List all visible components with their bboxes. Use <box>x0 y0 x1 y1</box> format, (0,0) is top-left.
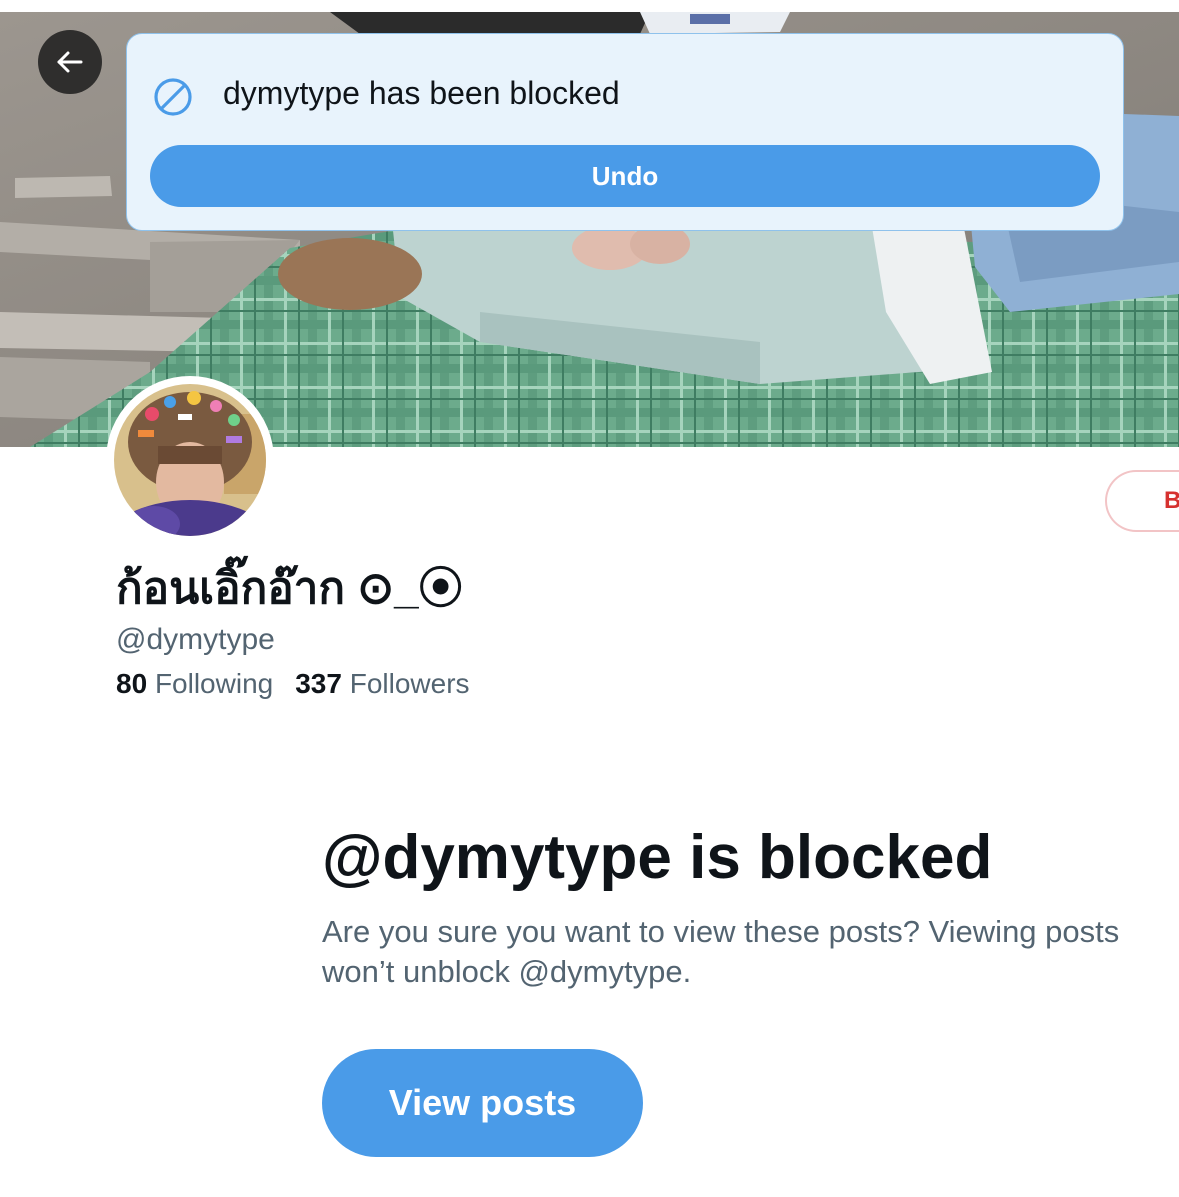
following-link[interactable]: 80 Following <box>116 664 273 704</box>
blocked-description: Are you sure you want to view these post… <box>322 914 1120 989</box>
undo-button[interactable]: Undo <box>150 145 1100 207</box>
back-button[interactable] <box>38 30 102 94</box>
blocked-button-label: B <box>1164 472 1179 530</box>
followers-link[interactable]: 337 Followers <box>295 664 469 704</box>
blocked-button[interactable]: B <box>1105 470 1179 532</box>
following-label: Following <box>154 668 274 699</box>
followers-label: Followers <box>349 668 470 699</box>
arrow-left-icon <box>57 51 83 73</box>
blocked-title: @dymytype is blocked <box>322 823 993 892</box>
followers-count: 337 <box>295 668 342 699</box>
following-count: 80 <box>116 668 148 699</box>
display-name: ก้อนเอิ๊กอ๊าก ⊙_⦿ <box>116 564 463 613</box>
user-handle: @dymytype <box>116 623 275 656</box>
view-posts-button[interactable]: View posts <box>322 1049 643 1157</box>
avatar-image <box>114 384 266 536</box>
avatar[interactable] <box>106 376 274 544</box>
follow-stats: 80 Following 337 Followers <box>116 664 492 704</box>
toast-message: dymytype has been blocked <box>223 75 620 111</box>
block-icon <box>154 78 192 116</box>
blocked-toast: dymytype has been blocked Undo <box>126 33 1124 231</box>
